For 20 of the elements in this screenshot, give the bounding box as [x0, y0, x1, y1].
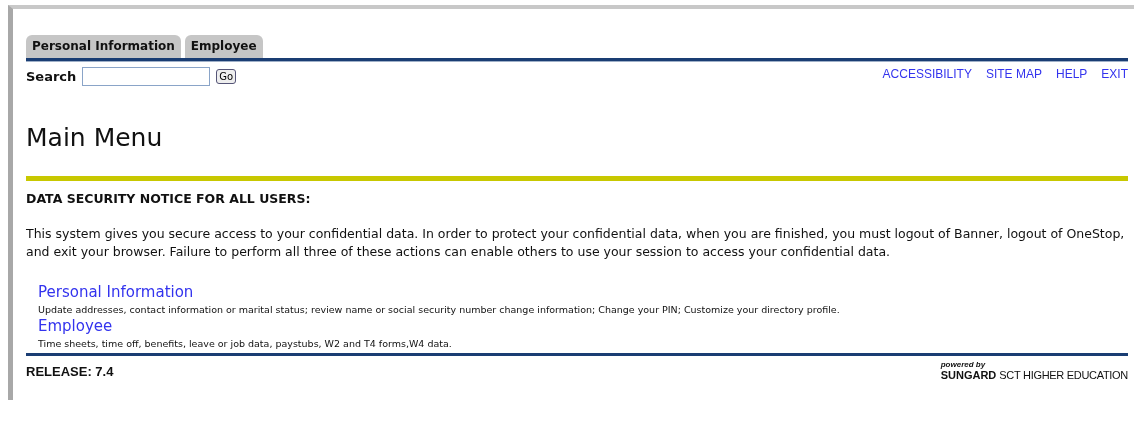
- release-label: RELEASE: 7.4: [26, 364, 114, 379]
- brand-suffix: SCT HIGHER EDUCATION: [999, 369, 1128, 381]
- powered-by-text: powered by: [940, 360, 987, 369]
- menu-link[interactable]: Employee: [38, 317, 113, 335]
- notice-text: This system gives you secure access to your confidential data. In order to protect your confidential data, when you are finished, you must logout of Banner, logout of OneStop, and exit your browser. Failure to perform all three of these actions can enable others to use your session to access your confidential data.: [26, 225, 1126, 261]
- go-button[interactable]: Go: [216, 69, 237, 84]
- menu-description: Time sheets, time off, benefits, leave or job data, paystubs, W2 and T4 forms,W4 data.: [38, 338, 452, 349]
- menu-link[interactable]: Personal Information: [38, 283, 194, 301]
- page-title: Main Menu: [26, 123, 164, 152]
- notice-heading: DATA SECURITY NOTICE FOR ALL USERS:: [26, 191, 312, 206]
- search-field[interactable]: [82, 67, 211, 86]
- tab[interactable]: Employee: [184, 35, 263, 58]
- tab[interactable]: Personal Information: [26, 35, 181, 58]
- nav-link[interactable]: ACCESSIBILITY: [882, 66, 972, 81]
- menu-description: Update addresses, contact information or marital status; review name or social security number change information; Change your PIN; Customize your directory profile.: [38, 304, 840, 315]
- nav-link[interactable]: EXIT: [1101, 66, 1128, 81]
- search-label: Search: [26, 69, 77, 84]
- brand-name: SUNGARD: [940, 369, 997, 381]
- nav-link[interactable]: SITE MAP: [985, 66, 1042, 81]
- nav-link[interactable]: HELP: [1055, 66, 1088, 81]
